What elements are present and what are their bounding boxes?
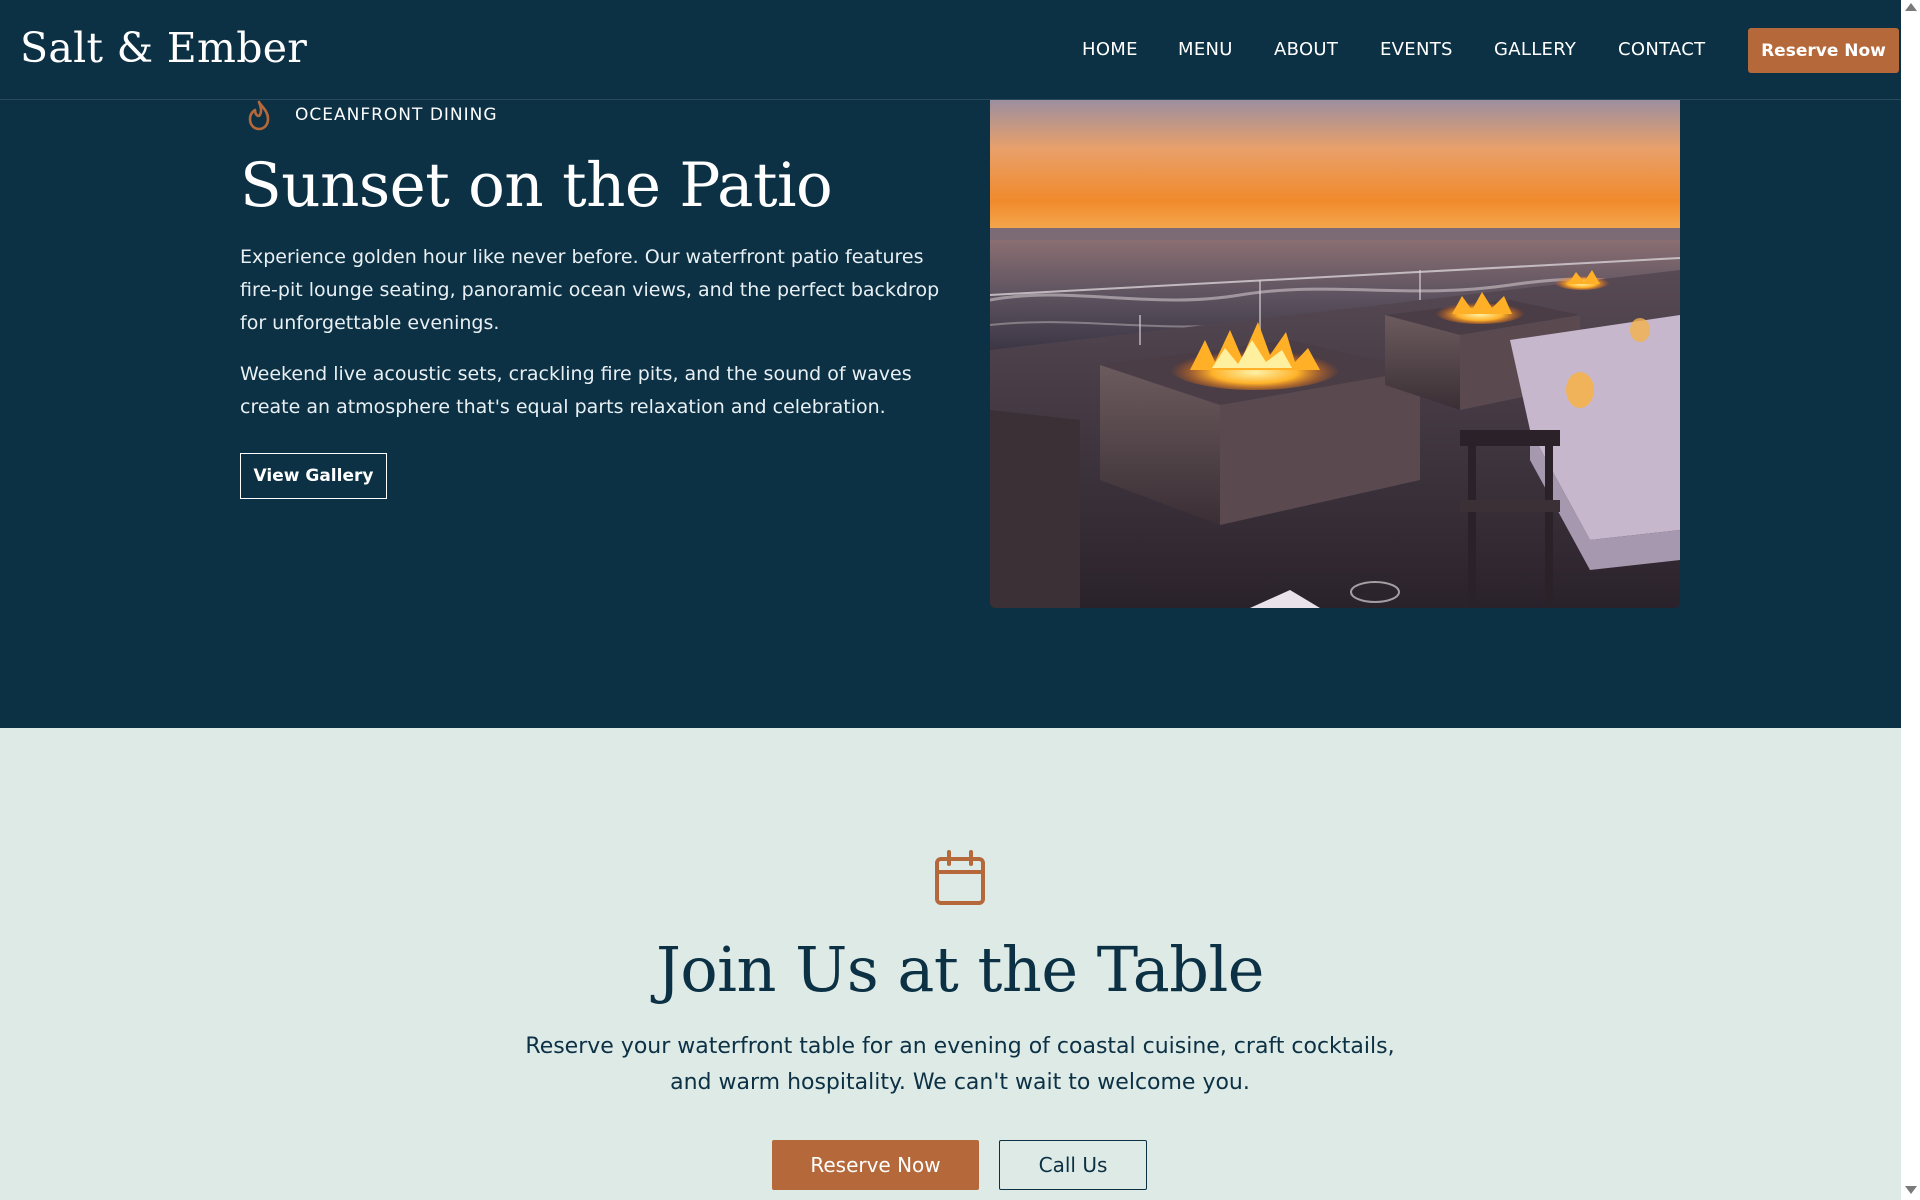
page: Salt & Ember HOME MENU ABOUT EVENTS GALL…	[0, 0, 1901, 1200]
nav-contact[interactable]: CONTACT	[1618, 39, 1705, 60]
nav-events[interactable]: EVENTS	[1380, 39, 1453, 60]
patio-eyebrow: OCEANFRONT DINING	[240, 96, 498, 134]
patio-sunset-image	[990, 100, 1680, 608]
patio-section: OCEANFRONT DINING Sunset on the Patio Ex…	[0, 100, 1901, 728]
nav-about[interactable]: ABOUT	[1274, 39, 1338, 60]
patio-title: Sunset on the Patio	[240, 150, 833, 221]
scroll-up-arrow-icon[interactable]	[1905, 3, 1917, 11]
reservation-section: Join Us at the Table Reserve your waterf…	[0, 728, 1901, 1200]
nav-home[interactable]: HOME	[1082, 39, 1138, 60]
header-reserve-button[interactable]: Reserve Now	[1748, 28, 1899, 73]
reservation-text: Reserve your waterfront table for an eve…	[525, 1034, 1395, 1095]
patio-eyebrow-label: OCEANFRONT DINING	[295, 105, 498, 125]
scroll-down-arrow-icon[interactable]	[1905, 1186, 1917, 1194]
patio-paragraph-1: Experience golden hour like never before…	[240, 246, 940, 334]
call-us-button[interactable]: Call Us	[999, 1140, 1147, 1190]
calendar-icon	[935, 850, 985, 905]
site-header: Salt & Ember HOME MENU ABOUT EVENTS GALL…	[0, 0, 1901, 100]
reservation-title: Join Us at the Table	[656, 933, 1264, 1006]
patio-paragraph-2: Weekend live acoustic sets, crackling fi…	[240, 363, 912, 418]
view-gallery-button[interactable]: View Gallery	[240, 453, 387, 499]
nav-gallery[interactable]: GALLERY	[1494, 39, 1576, 60]
nav-menu[interactable]: MENU	[1178, 39, 1233, 60]
vertical-scrollbar[interactable]	[1901, 0, 1920, 1200]
reserve-now-button[interactable]: Reserve Now	[772, 1140, 979, 1190]
flame-icon	[248, 100, 270, 131]
main-nav: HOME MENU ABOUT EVENTS GALLERY CONTACT	[0, 39, 1901, 63]
